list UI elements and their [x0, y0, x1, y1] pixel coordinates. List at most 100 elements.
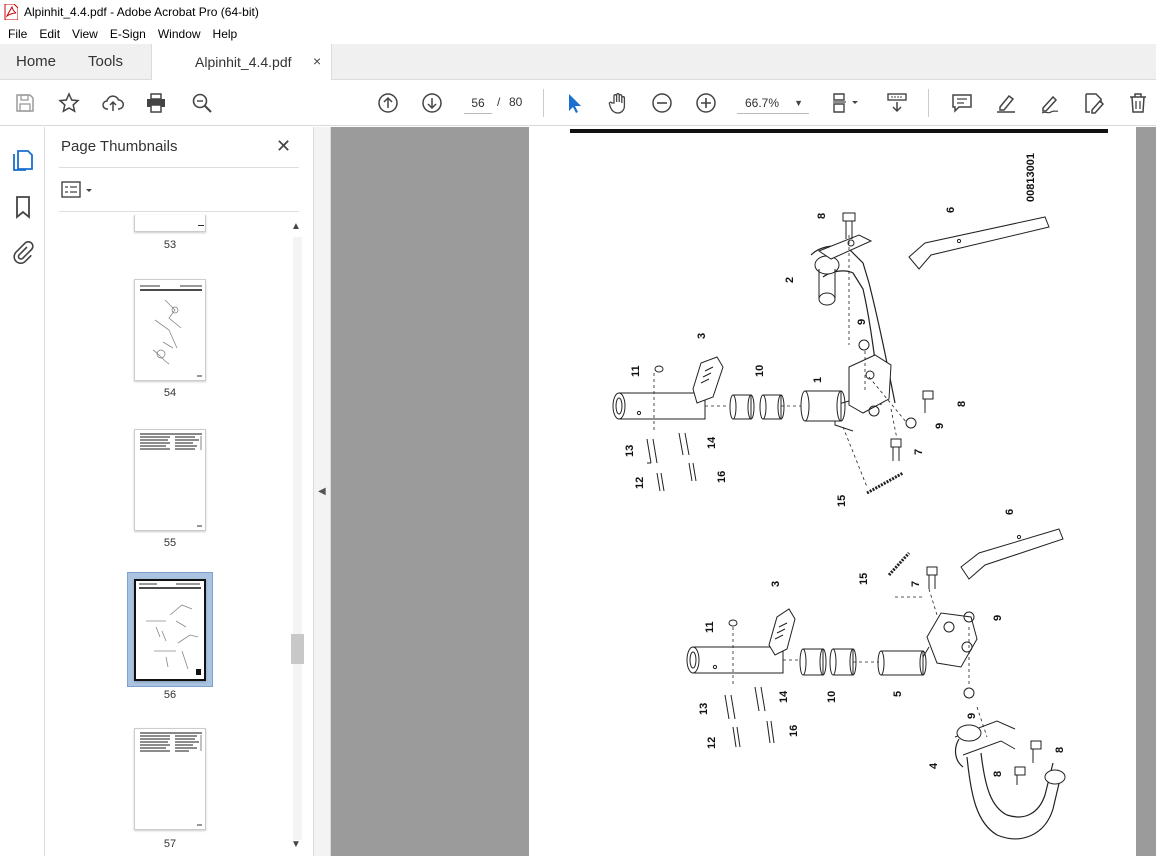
thumbnail-page-53[interactable]: 53 — [134, 215, 206, 251]
page-total: 80 — [509, 95, 523, 109]
callout-label: 8 — [992, 771, 1004, 777]
menu-edit[interactable]: Edit — [33, 27, 66, 41]
callout-label: 11 — [630, 365, 642, 377]
scroll-down-arrow-icon[interactable]: ▼ — [291, 839, 301, 850]
callout-label: 16 — [788, 725, 800, 737]
thumbnail-page-56[interactable]: 56 — [134, 579, 206, 701]
zoom-level-select[interactable]: 66.7% ▼ — [737, 92, 809, 114]
menu-file[interactable]: File — [2, 27, 33, 41]
panel-close-icon[interactable]: ✕ — [276, 136, 291, 157]
callout-label: 15 — [858, 573, 870, 585]
tab-close-icon[interactable]: × — [313, 53, 321, 69]
highlighter-icon — [997, 94, 1015, 113]
menu-window[interactable]: Window — [152, 27, 207, 41]
thumbnail-options-button[interactable] — [61, 179, 97, 201]
page-number-input[interactable]: 56 — [464, 92, 492, 114]
toolbar-divider — [543, 89, 544, 117]
comment-icon — [952, 94, 972, 113]
upload-button[interactable] — [101, 91, 125, 115]
thumbnail-page-55[interactable]: 55 — [134, 429, 206, 549]
exploded-parts-drawing: 00813001 8 6 2 9 3 11 10 1 8 9 7 13 14 1… — [612, 153, 1066, 840]
tab-document-label: Alpinhit_4.4.pdf — [195, 54, 292, 70]
document-view[interactable]: 00813001 8 6 2 9 3 11 10 1 8 9 7 13 14 1… — [331, 127, 1156, 856]
thumbnail-image — [134, 429, 206, 531]
next-page-button[interactable] — [420, 91, 444, 115]
callout-label: 6 — [1004, 509, 1016, 515]
menu-view[interactable]: View — [66, 27, 104, 41]
pen-icon — [1041, 95, 1059, 114]
fill-sign-button[interactable] — [1082, 91, 1106, 115]
callout-label: 12 — [634, 477, 646, 489]
thumbnail-page-57[interactable]: 57 — [134, 728, 206, 850]
trash-icon — [1130, 93, 1146, 113]
menu-help[interactable]: Help — [207, 27, 244, 41]
callout-label: 8 — [816, 213, 828, 219]
chevron-down-icon: ▼ — [794, 98, 803, 108]
sign-icon — [1085, 93, 1105, 114]
panel-splitter[interactable]: ◀ — [313, 127, 331, 856]
figure-code: 00813001 — [1025, 153, 1037, 202]
callout-label: 13 — [698, 703, 710, 715]
callout-label: 15 — [836, 495, 848, 507]
callout-label: 3 — [696, 333, 708, 339]
thumbnail-image — [134, 728, 206, 830]
print-button[interactable] — [144, 91, 168, 115]
callout-label: 9 — [992, 615, 1004, 621]
fit-page-icon — [833, 93, 858, 113]
draw-button[interactable] — [1038, 91, 1062, 115]
callout-label: 1 — [812, 377, 824, 383]
pdf-page: 00813001 8 6 2 9 3 11 10 1 8 9 7 13 14 1… — [529, 127, 1136, 856]
delete-button[interactable] — [1126, 91, 1150, 115]
page-thumbnails-button[interactable] — [11, 148, 35, 172]
callout-label: 9 — [934, 423, 946, 429]
bookmarks-button[interactable] — [11, 195, 35, 219]
callout-label: 7 — [913, 449, 925, 455]
title-bar: Alpinhit_4.4.pdf - Adobe Acrobat Pro (64… — [0, 0, 1156, 24]
scroll-mode-button[interactable] — [885, 91, 909, 115]
cloud-upload-icon — [102, 95, 124, 111]
thumbnail-page-number: 56 — [163, 689, 177, 701]
zoom-level-value: 66.7% — [745, 96, 780, 110]
thumbnail-page-number: 53 — [163, 239, 177, 251]
plus-circle-icon — [696, 93, 716, 113]
callout-label: 10 — [826, 691, 838, 703]
tab-home[interactable]: Home — [16, 53, 56, 70]
save-button[interactable] — [13, 91, 37, 115]
previous-page-button[interactable] — [376, 91, 400, 115]
menu-esign[interactable]: E-Sign — [104, 27, 152, 41]
select-tool-button[interactable] — [562, 91, 586, 115]
panel-divider — [59, 211, 299, 212]
scrollbar-thumb[interactable] — [291, 634, 304, 664]
callout-label: 11 — [704, 621, 716, 633]
tab-tools[interactable]: Tools — [88, 53, 123, 70]
options-menu-icon — [61, 181, 92, 198]
search-button[interactable] — [190, 91, 214, 115]
page-separator: / — [497, 95, 501, 109]
menu-bar: File Edit View E-Sign Window Help — [0, 24, 1156, 44]
highlight-button[interactable] — [994, 91, 1018, 115]
hand-tool-button[interactable] — [606, 91, 630, 115]
search-zoom-icon — [192, 93, 212, 113]
callout-label: 9 — [856, 319, 868, 325]
thumbnail-page-number: 55 — [163, 537, 177, 549]
thumbnails-scrollbar[interactable]: ▲ ▼ — [290, 221, 304, 856]
tab-document[interactable]: Alpinhit_4.4.pdf × — [151, 44, 332, 80]
callout-label: 14 — [778, 690, 790, 703]
window-title: Alpinhit_4.4.pdf - Adobe Acrobat Pro (64… — [24, 5, 259, 19]
scroll-up-icon[interactable]: ▲ — [291, 221, 301, 232]
callout-label: 2 — [784, 277, 796, 283]
minus-circle-icon — [652, 93, 672, 113]
callout-label: 8 — [1054, 747, 1066, 753]
zoom-in-button[interactable] — [694, 91, 718, 115]
collapse-panel-icon[interactable]: ◀ — [318, 486, 326, 497]
thumbnail-page-number: 57 — [163, 838, 177, 850]
bookmark-star-button[interactable] — [57, 91, 81, 115]
arrow-up-circle-icon — [378, 93, 398, 113]
attachments-button[interactable] — [11, 240, 35, 264]
zoom-out-button[interactable] — [650, 91, 674, 115]
scrollbar-track — [293, 237, 302, 840]
page-display-button[interactable] — [829, 91, 863, 115]
thumbnail-page-54[interactable]: 54 — [134, 279, 206, 399]
scroll-down-icon — [887, 93, 907, 113]
comment-button[interactable] — [950, 91, 974, 115]
